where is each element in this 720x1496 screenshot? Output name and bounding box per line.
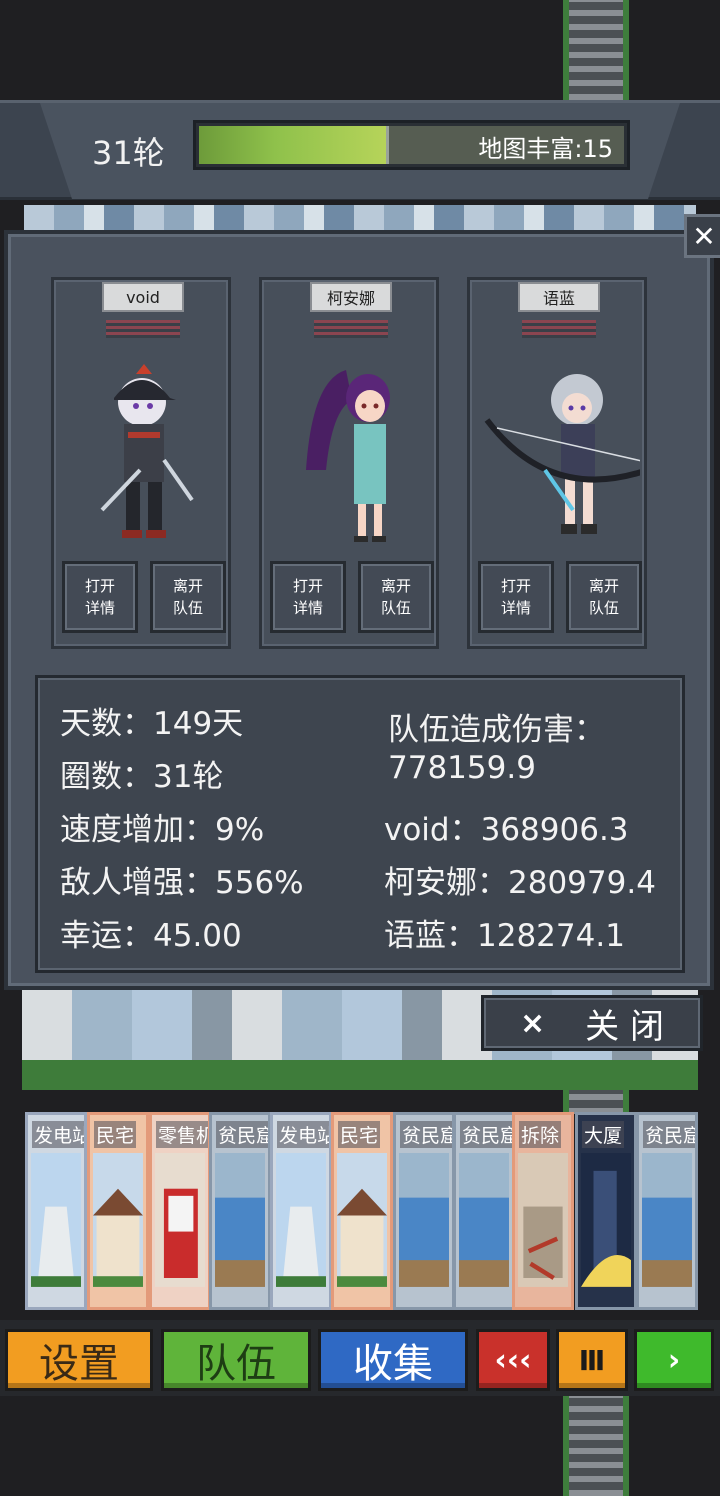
leave-team-button[interactable]: 离开 队伍	[566, 561, 642, 633]
power-plant-art	[31, 1153, 81, 1287]
map-richness-bar: 地图丰富:15	[193, 120, 630, 170]
slum-art	[215, 1153, 265, 1287]
team-member-card-void: void 打开 详情 离开 队伍	[51, 277, 231, 649]
pause-icon[interactable]: Ⅲ	[556, 1329, 628, 1391]
open-details-button[interactable]: 打开 详情	[270, 561, 346, 633]
stat-speed: 速度增加：9%	[60, 812, 265, 848]
team-stats-panel: 天数：149天 圈数：31轮 速度增加：9% 敌人增强：556% 幸运：45.0…	[35, 675, 685, 973]
stat-enemy-buff: 敌人增强：556%	[60, 865, 304, 901]
stat-luck: 幸运：45.00	[60, 918, 242, 954]
stat-damage-keanna: 柯安娜：280979.4	[384, 865, 656, 901]
open-details-button[interactable]: 打开 详情	[478, 561, 554, 633]
map-richness-label: 地图丰富:15	[478, 135, 613, 163]
member-name: void	[102, 282, 184, 312]
card-slum[interactable]: 贫民窟	[453, 1112, 515, 1310]
collect-button[interactable]: 收集	[318, 1329, 468, 1391]
stat-laps: 圈数：31轮	[60, 759, 224, 795]
round-counter: 31轮	[92, 134, 165, 172]
railway-track-top	[563, 0, 629, 100]
house-art	[93, 1153, 143, 1287]
leave-team-button[interactable]: 离开 队伍	[358, 561, 434, 633]
member-status-bars	[522, 320, 596, 338]
card-slum[interactable]: 贫民窟	[393, 1112, 455, 1310]
railway-track-bottom	[563, 1396, 629, 1496]
close-button[interactable]: × 关 闭	[481, 995, 703, 1051]
open-details-button[interactable]: 打开 详情	[62, 561, 138, 633]
character-sprite-keanna	[306, 370, 390, 542]
skyscraper-art	[581, 1153, 631, 1287]
member-status-bars	[106, 320, 180, 338]
stat-days: 天数：149天	[60, 706, 244, 742]
slum-art	[459, 1153, 509, 1287]
leave-team-button[interactable]: 离开 队伍	[150, 561, 226, 633]
card-power-plant[interactable]: 发电站	[270, 1112, 332, 1310]
close-icon[interactable]: ✕	[684, 214, 720, 258]
card-slum[interactable]: 贫民窟	[209, 1112, 271, 1310]
vending-machine-art	[155, 1153, 205, 1287]
character-sprite-void	[100, 364, 194, 538]
card-skyscraper[interactable]: 大厦	[575, 1112, 637, 1310]
slum-art	[399, 1153, 449, 1287]
settings-button[interactable]: 设置	[5, 1329, 153, 1391]
house-art	[337, 1153, 387, 1287]
rewind-icon[interactable]: ‹‹‹	[476, 1329, 550, 1391]
character-sprite-yulan	[484, 374, 640, 534]
stat-damage-void: void：368906.3	[384, 812, 629, 848]
team-member-card-yulan: 语蓝 打开 详情 离开 队伍	[467, 277, 647, 649]
map-richness-fill	[199, 126, 389, 164]
power-plant-art	[276, 1153, 326, 1287]
card-house[interactable]: 民宅	[331, 1112, 393, 1310]
card-hand: 发电站 民宅 零售机 贫民窟 发电站 民宅 贫民窟 贫民窟 拆除 大厦 贫民窟	[0, 1112, 720, 1312]
stat-damage-yulan: 语蓝：128274.1	[384, 918, 625, 954]
team-button[interactable]: 队伍	[161, 1329, 311, 1391]
team-member-card-keanna: 柯安娜 打开 详情 离开 队伍	[259, 277, 439, 649]
demolish-art	[518, 1153, 568, 1287]
card-house[interactable]: 民宅	[87, 1112, 149, 1310]
member-name: 语蓝	[518, 282, 600, 312]
play-icon[interactable]: ›	[634, 1329, 714, 1391]
card-power-plant[interactable]: 发电站	[25, 1112, 87, 1310]
stat-damage-title: 队伍造成伤害：	[388, 712, 605, 748]
card-slum[interactable]: 贫民窟	[636, 1112, 698, 1310]
card-demolish[interactable]: 拆除	[512, 1112, 574, 1310]
close-button-label: 关 闭	[585, 1006, 664, 1047]
close-icon: ×	[520, 1005, 546, 1041]
slum-art	[642, 1153, 692, 1287]
member-name: 柯安娜	[310, 282, 392, 312]
card-vending-machine[interactable]: 零售机	[149, 1112, 211, 1310]
stat-damage-total: 778159.9	[388, 750, 536, 786]
member-status-bars	[314, 320, 388, 338]
